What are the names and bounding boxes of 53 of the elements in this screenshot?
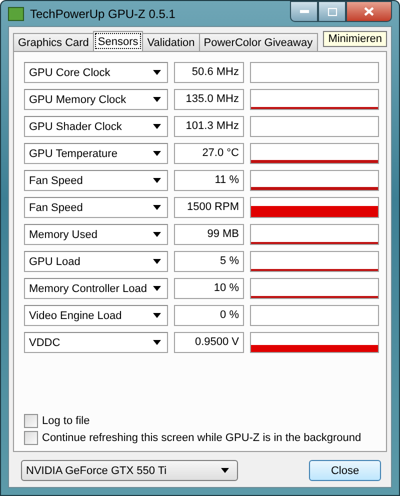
sensor-value: 27.0 °C xyxy=(174,143,244,164)
minimize-button[interactable] xyxy=(290,1,318,22)
sensor-dropdown[interactable]: Memory Controller Load xyxy=(24,278,168,299)
caret-icon xyxy=(153,151,161,156)
device-dropdown[interactable]: NVIDIA GeForce GTX 550 Ti xyxy=(21,460,238,481)
tooltip: Minimieren xyxy=(323,31,387,47)
sensor-dropdown[interactable]: VDDC xyxy=(24,332,168,353)
sensor-dropdown[interactable]: GPU Load xyxy=(24,251,168,272)
caret-icon xyxy=(153,178,161,183)
caret-icon xyxy=(153,70,161,75)
sensor-value: 0.9500 V xyxy=(174,332,244,353)
sensor-value: 5 % xyxy=(174,251,244,272)
sensor-dropdown[interactable]: Fan Speed xyxy=(24,170,168,191)
close-icon xyxy=(364,7,374,16)
close-window-button[interactable] xyxy=(346,1,392,22)
checkbox[interactable] xyxy=(24,431,38,445)
caret-icon xyxy=(153,205,161,210)
sensor-dropdown[interactable]: Video Engine Load xyxy=(24,305,168,326)
tab[interactable]: Validation xyxy=(142,33,200,51)
maximize-button[interactable] xyxy=(318,1,346,22)
maximize-icon xyxy=(328,8,336,16)
caret-icon xyxy=(153,286,161,291)
caret-icon xyxy=(153,340,161,345)
sensor-dropdown[interactable]: Fan Speed xyxy=(24,197,168,218)
caret-icon xyxy=(153,313,161,318)
window-title: TechPowerUp GPU-Z 0.5.1 xyxy=(30,6,176,20)
minimize-icon xyxy=(300,10,308,13)
sensor-dropdown[interactable]: Memory Used xyxy=(24,224,168,245)
checkbox-label: Log to file xyxy=(42,415,90,427)
sensor-value: 50.6 MHz xyxy=(174,62,244,83)
tab[interactable]: PowerColor Giveaway xyxy=(198,33,318,51)
app-icon xyxy=(8,6,24,20)
sensor-dropdown[interactable]: GPU Shader Clock xyxy=(24,116,168,137)
sensor-value: 99 MB xyxy=(174,224,244,245)
checkbox[interactable] xyxy=(24,414,38,428)
sensor-dropdown[interactable]: GPU Core Clock xyxy=(24,62,168,83)
caret-icon xyxy=(153,232,161,237)
sensor-value: 11 % xyxy=(174,170,244,191)
sensor-value: 1500 RPM xyxy=(174,197,244,218)
caret-icon xyxy=(153,97,161,102)
caret-icon xyxy=(153,124,161,129)
close-button[interactable]: Close xyxy=(309,460,381,481)
sensor-value: 135.0 MHz xyxy=(174,89,244,110)
caret-icon xyxy=(221,468,229,473)
sensor-dropdown[interactable]: GPU Temperature xyxy=(24,143,168,164)
sensor-value: 101.3 MHz xyxy=(174,116,244,137)
tab[interactable]: Graphics Card xyxy=(13,33,94,51)
caret-icon xyxy=(153,259,161,264)
sensor-dropdown[interactable]: GPU Memory Clock xyxy=(24,89,168,110)
sensor-value: 0 % xyxy=(174,305,244,326)
sensor-value: 10 % xyxy=(174,278,244,299)
checkbox-label: Continue refreshing this screen while GPU-Z is in the background xyxy=(42,432,362,444)
tab[interactable]: Sensors xyxy=(92,31,144,51)
